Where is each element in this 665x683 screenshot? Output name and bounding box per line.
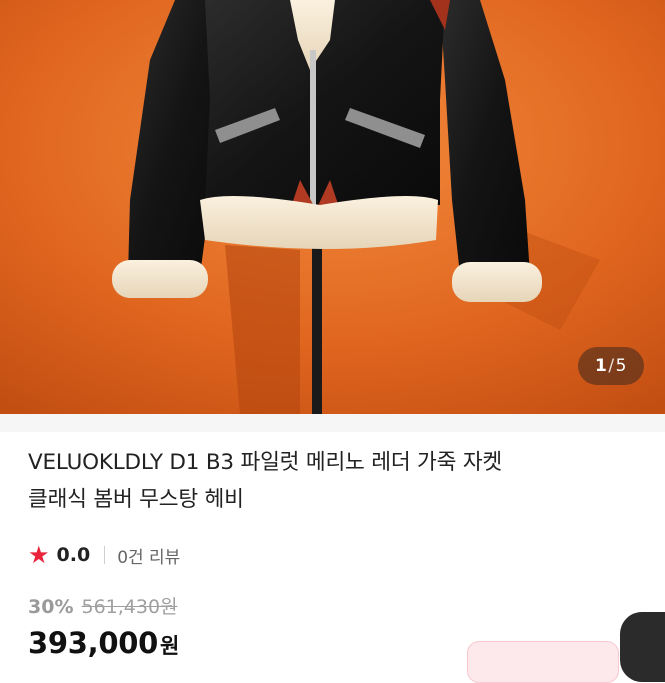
image-counter-separator: / <box>608 356 615 376</box>
review-count[interactable]: 0건 리뷰 <box>117 543 180 568</box>
rating-divider <box>104 546 106 564</box>
image-counter-current: 1 <box>595 356 608 376</box>
currency-label: 원 <box>160 634 180 658</box>
jacket-photo <box>0 0 665 414</box>
image-counter-total: 5 <box>615 356 627 376</box>
section-divider <box>0 414 665 432</box>
image-counter: 1 / 5 <box>578 347 644 385</box>
discount-row: 30% 561,430원 <box>28 592 178 619</box>
rating-row[interactable]: ★ 0.0 0건 리뷰 <box>28 540 180 570</box>
coupon-button[interactable] <box>467 641 619 683</box>
floating-action-button[interactable] <box>620 612 665 682</box>
rating-score: 0.0 <box>56 544 91 566</box>
product-title-line1: VELUOKLDLY D1 B3 파일럿 메리노 레더 가죽 자켓 <box>28 450 503 475</box>
sale-price: 393,000 <box>28 626 158 660</box>
original-price: 561,430원 <box>81 596 178 618</box>
product-title-line2: 클래식 봄버 무스탕 헤비 <box>28 487 244 512</box>
product-title: VELUOKLDLY D1 B3 파일럿 메리노 레더 가죽 자켓 클래식 봄버… <box>28 444 628 518</box>
discount-rate: 30% <box>28 596 74 618</box>
product-image[interactable]: 1 / 5 <box>0 0 665 414</box>
price-row: 393,000 원 <box>28 626 179 660</box>
star-icon: ★ <box>28 541 50 569</box>
